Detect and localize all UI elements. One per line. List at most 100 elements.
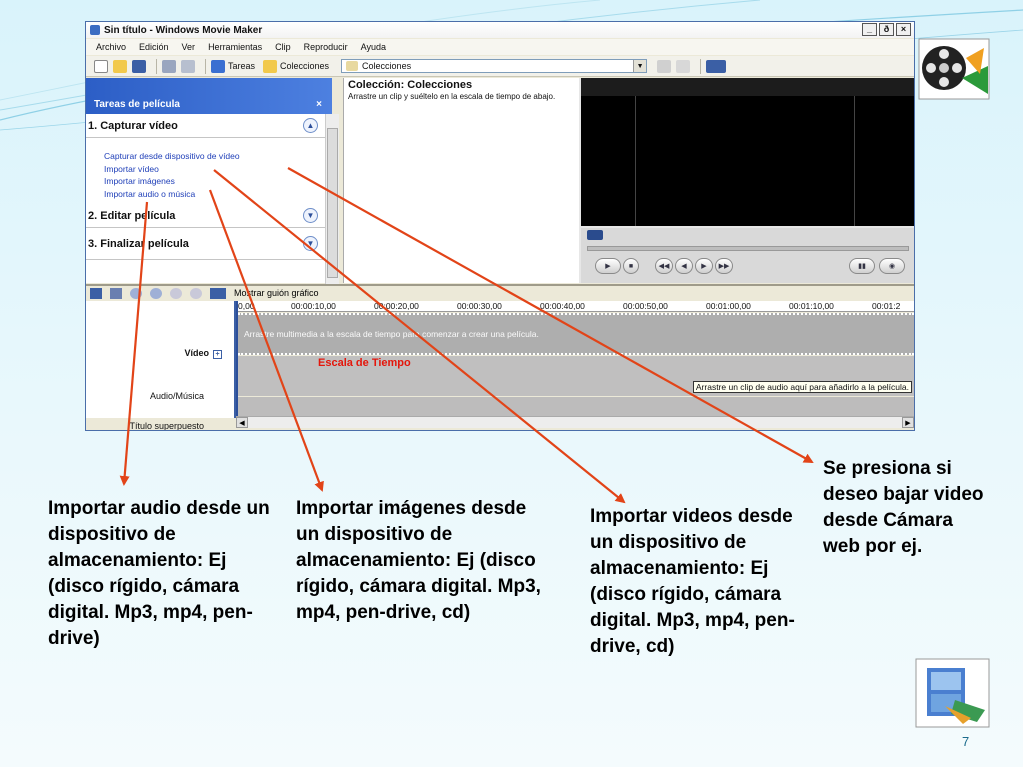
zoom-out-icon[interactable] [150,287,162,299]
task-pane-title: Tareas de película [94,99,180,110]
up-folder-icon[interactable] [657,59,672,73]
audio-track-hint: Arrastre un clip de audio aquí para añad… [692,381,912,393]
timeline-scrollbar[interactable]: ◀ ▶ [236,416,914,428]
section-finish-title: 3. Finalizar película [88,237,189,250]
menu-archivo[interactable]: Archivo [96,42,126,52]
play-timeline-icon[interactable] [190,287,202,299]
forward-icon[interactable]: ▶ [695,258,713,274]
chevron-down-icon[interactable]: ▼ [633,60,647,72]
toolbar-separator [205,58,206,74]
ruler-tick: 00:01:10,00 [789,301,834,311]
chevron-up-icon[interactable]: ▲ [303,118,318,133]
callout-import-videos: Importar videos desde un dispositivo de … [590,506,795,657]
split-clip-icon[interactable]: ▮▮ [849,258,875,274]
monitor-controls: ▶ ■ ◀◀ ◀ ▶ ▶▶ ▮▮ ◉ [581,228,914,283]
collection-pane: Colección: Colecciones Arrastre un clip … [343,78,579,283]
section-capture-video[interactable]: 1. Capturar vídeo ▲ [86,114,332,138]
collection-hint: Arrastre un clip y suéltelo en la escala… [348,92,556,101]
ruler-tick: 00:01:2 [872,301,901,311]
ruler-tick: 0,00 [238,301,255,311]
new-file-icon[interactable] [94,59,108,73]
menu-herramientas[interactable]: Herramientas [208,42,262,52]
link-import-audio[interactable]: Importar audio o música [104,188,332,201]
playhead[interactable] [236,301,238,418]
chevron-down-icon[interactable]: ▼ [303,236,318,251]
movie-maker-window: Sin título - Windows Movie Maker _ ð × A… [85,21,915,431]
take-picture-icon[interactable]: ◉ [879,258,905,274]
preview-monitor: ▶ ■ ◀◀ ◀ ▶ ▶▶ ▮▮ ◉ [579,78,914,283]
new-folder-icon[interactable] [676,59,691,73]
collections-label: Colecciones [280,61,330,71]
tasks-button[interactable]: Tareas [211,59,255,73]
task-pane-scrollbar[interactable] [325,114,339,284]
callout-capture-camera: Se presiona si deseo bajar video desde C… [823,458,984,557]
menu-ayuda[interactable]: Ayuda [361,42,386,52]
collections-combo[interactable]: Colecciones ▼ [341,59,648,73]
maximize-button[interactable]: ð [879,23,894,36]
collections-combo-value: Colecciones [362,61,412,71]
views-icon[interactable] [706,59,727,73]
timeline-scale-label: Escala de Tiempo [318,357,411,369]
previous-frame-icon[interactable]: ◀◀ [655,258,673,274]
movie-maker-icon [915,658,990,728]
expand-plus-icon[interactable]: + [213,350,222,359]
fullscreen-icon[interactable] [587,230,603,240]
window-title: Sin título - Windows Movie Maker [104,24,263,36]
track-labels: Vídeo + Audio/Música Título superpuesto [86,301,236,430]
task-pane-close-icon[interactable]: × [316,99,322,110]
window-controls: _ ð × [862,23,911,36]
title-overlay-track[interactable] [238,397,914,416]
task-pane-header: Tareas de película × [86,78,332,114]
storyboard-icon[interactable] [210,287,226,299]
preview-screen [581,78,914,226]
menu-edicion[interactable]: Edición [139,42,169,52]
scroll-right-icon[interactable]: ▶ [902,417,914,428]
next-frame-icon[interactable]: ▶▶ [715,258,733,274]
rewind-icon[interactable]: ◀ [675,258,693,274]
collection-icon [346,61,359,71]
timeline-ruler[interactable]: 0,00 00:00:10,00 00:00:20,00 00:00:30,00… [236,301,914,312]
timeline-view-icon[interactable] [90,287,102,299]
microphone-icon[interactable] [110,287,122,299]
minimize-button[interactable]: _ [862,23,877,36]
page-number: 7 [962,734,970,749]
play-button[interactable]: ▶ [595,258,621,274]
movie-maker-app-icon [90,25,100,35]
track-label-video[interactable]: Vídeo + [184,348,222,359]
zoom-in-icon[interactable] [130,287,142,299]
ruler-tick: 00:00:20,00 [374,301,419,311]
save-icon[interactable] [132,59,146,73]
redo-icon[interactable] [181,59,195,73]
link-import-video[interactable]: Importar vídeo [104,163,332,176]
menu-reproducir[interactable]: Reproducir [304,42,348,52]
collections-folder-icon [263,59,278,73]
section-finish-movie[interactable]: 3. Finalizar película ▼ [86,228,332,260]
ruler-tick: 00:00:30,00 [457,301,502,311]
movie-tasks-pane: Tareas de película × 1. Capturar vídeo ▲… [86,78,332,283]
timeline-toolbar: Mostrar guión gráfico [86,284,914,300]
video-track[interactable]: Arrastre multimedia a la escala de tiemp… [238,313,914,355]
link-capture-device[interactable]: Capturar desde dispositivo de vídeo [104,150,332,163]
ruler-tick: 00:00:10,00 [291,301,336,311]
open-folder-icon[interactable] [113,59,127,73]
collections-button[interactable]: Colecciones [263,59,330,73]
section-edit-movie[interactable]: 2. Editar película ▼ [86,204,332,228]
scrollbar-thumb[interactable] [327,128,338,278]
menu-clip[interactable]: Clip [275,42,291,52]
ruler-tick: 00:00:40,00 [540,301,585,311]
scroll-left-icon[interactable]: ◀ [236,417,248,428]
chevron-down-icon[interactable]: ▼ [303,208,318,223]
close-button[interactable]: × [896,23,911,36]
capture-links: Capturar desde dispositivo de vídeo Impo… [86,138,332,204]
ruler-tick: 00:01:00,00 [706,301,751,311]
undo-icon[interactable] [162,59,176,73]
rewind-timeline-icon[interactable] [170,287,182,299]
track-video-text: Vídeo [184,348,209,358]
stop-button[interactable]: ■ [623,258,639,274]
track-label-audio: Audio/Música [149,391,204,401]
show-storyboard-button[interactable]: Mostrar guión gráfico [234,288,319,298]
ruler-tick: 00:00:50,00 [623,301,668,311]
menu-ver[interactable]: Ver [182,42,196,52]
link-import-images[interactable]: Importar imágenes [104,175,332,188]
seek-bar[interactable] [587,246,909,251]
